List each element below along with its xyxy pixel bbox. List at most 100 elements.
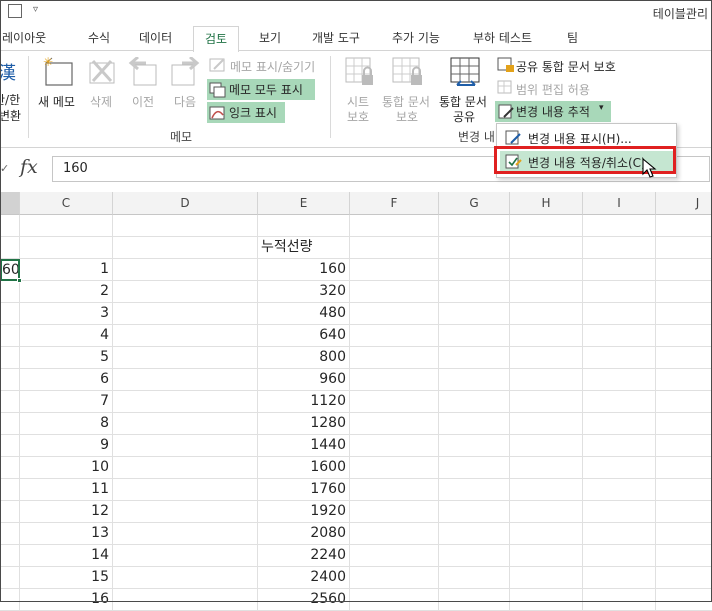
grid-cell[interactable] (0, 347, 20, 369)
grid-cell[interactable] (583, 347, 656, 369)
cell-c[interactable]: 7 (20, 391, 113, 413)
grid-cell[interactable] (439, 259, 510, 281)
grid-cell[interactable] (583, 589, 656, 611)
grid-cell[interactable] (510, 369, 583, 391)
column-header-h[interactable]: H (510, 192, 583, 215)
grid-cell[interactable] (439, 303, 510, 325)
grid-cell[interactable] (510, 259, 583, 281)
grid-cell[interactable] (113, 589, 258, 611)
grid-cell[interactable] (656, 215, 712, 237)
cell-e-header[interactable]: 누적선량 (258, 237, 350, 259)
grid-cell[interactable] (350, 281, 439, 303)
grid-cell[interactable] (0, 413, 20, 435)
grid-cell[interactable] (350, 347, 439, 369)
grid-cell[interactable] (439, 479, 510, 501)
cell-c[interactable]: 2 (20, 281, 113, 303)
grid-cell[interactable] (0, 435, 20, 457)
grid-cell[interactable] (350, 325, 439, 347)
grid-cell[interactable] (350, 435, 439, 457)
grid-cell[interactable] (350, 501, 439, 523)
grid-cell[interactable] (656, 501, 712, 523)
grid-cell[interactable] (439, 523, 510, 545)
track-changes-button[interactable]: 변경 내용 추적 ▾ (495, 101, 611, 122)
grid-cell[interactable] (583, 281, 656, 303)
grid-cell[interactable] (439, 281, 510, 303)
grid-cell[interactable] (510, 523, 583, 545)
grid-cell[interactable] (350, 545, 439, 567)
grid-cell[interactable] (656, 523, 712, 545)
hanja-convert-icon[interactable]: 漢 (0, 59, 22, 85)
grid-cell[interactable] (583, 215, 656, 237)
grid-cell[interactable] (0, 303, 20, 325)
cell-c[interactable]: 9 (20, 435, 113, 457)
grid-cell[interactable] (510, 457, 583, 479)
grid-cell[interactable] (350, 237, 439, 259)
grid-cell[interactable] (656, 347, 712, 369)
cell-e[interactable]: 2080 (258, 523, 350, 545)
grid-cell[interactable] (20, 215, 113, 237)
grid-cell[interactable] (583, 391, 656, 413)
grid-cell[interactable] (439, 325, 510, 347)
grid-cell[interactable] (510, 413, 583, 435)
cell-e[interactable]: 1440 (258, 435, 350, 457)
grid-cell[interactable] (113, 545, 258, 567)
cell-e[interactable]: 160 (258, 259, 350, 281)
grid-cell[interactable] (0, 501, 20, 523)
cell-e[interactable]: 1600 (258, 457, 350, 479)
grid-cell[interactable] (439, 237, 510, 259)
grid-cell[interactable] (0, 567, 20, 589)
grid-cell[interactable] (350, 303, 439, 325)
grid-cell[interactable] (583, 369, 656, 391)
column-header-c[interactable]: C (20, 192, 113, 215)
grid-cell[interactable] (656, 435, 712, 457)
grid-cell[interactable] (656, 567, 712, 589)
grid-cell[interactable] (510, 479, 583, 501)
tab-view[interactable]: 보기 (259, 29, 281, 46)
cell-e[interactable]: 960 (258, 369, 350, 391)
grid-cell[interactable] (113, 303, 258, 325)
worksheet-grid[interactable]: C D E F G H I J 누적선량 60 1 160 2 320 3 480 4 640 5 800 6 960 7 1… (0, 192, 712, 611)
cell-c[interactable]: 3 (20, 303, 113, 325)
grid-cell[interactable] (583, 435, 656, 457)
cell-c[interactable]: 6 (20, 369, 113, 391)
grid-cell[interactable] (113, 369, 258, 391)
quick-access-icon[interactable] (8, 4, 22, 18)
tab-formulas[interactable]: 수식 (88, 29, 110, 46)
grid-cell[interactable] (656, 413, 712, 435)
grid-cell[interactable] (583, 567, 656, 589)
grid-cell[interactable] (510, 281, 583, 303)
grid-cell[interactable] (510, 567, 583, 589)
grid-cell[interactable] (350, 391, 439, 413)
grid-cell[interactable] (350, 413, 439, 435)
show-all-memos-button[interactable]: 메모 모두 표시 (207, 79, 315, 100)
grid-cell[interactable] (510, 325, 583, 347)
grid-cell[interactable] (113, 347, 258, 369)
cell-c[interactable]: 13 (20, 523, 113, 545)
cell-c[interactable]: 15 (20, 567, 113, 589)
grid-cell[interactable] (0, 281, 20, 303)
grid-cell[interactable] (656, 259, 712, 281)
column-header-g[interactable]: G (439, 192, 510, 215)
grid-cell[interactable] (113, 413, 258, 435)
grid-cell[interactable] (113, 457, 258, 479)
grid-cell[interactable] (583, 545, 656, 567)
grid-cell[interactable] (113, 215, 258, 237)
grid-cell[interactable] (656, 303, 712, 325)
column-header-f[interactable]: F (350, 192, 439, 215)
grid-cell[interactable] (510, 435, 583, 457)
grid-cell[interactable] (113, 435, 258, 457)
show-ink-button[interactable]: 잉크 표시 (207, 102, 285, 123)
grid-cell[interactable] (113, 501, 258, 523)
grid-cell[interactable] (0, 215, 20, 237)
grid-cell[interactable] (583, 457, 656, 479)
grid-cell[interactable] (656, 589, 712, 611)
grid-cell[interactable] (510, 237, 583, 259)
cell-c[interactable]: 8 (20, 413, 113, 435)
cell-e[interactable]: 1920 (258, 501, 350, 523)
grid-cell[interactable] (0, 457, 20, 479)
cell-e[interactable]: 2400 (258, 567, 350, 589)
cell-e[interactable]: 1760 (258, 479, 350, 501)
grid-cell[interactable] (510, 545, 583, 567)
grid-cell[interactable] (583, 259, 656, 281)
grid-cell[interactable] (350, 523, 439, 545)
